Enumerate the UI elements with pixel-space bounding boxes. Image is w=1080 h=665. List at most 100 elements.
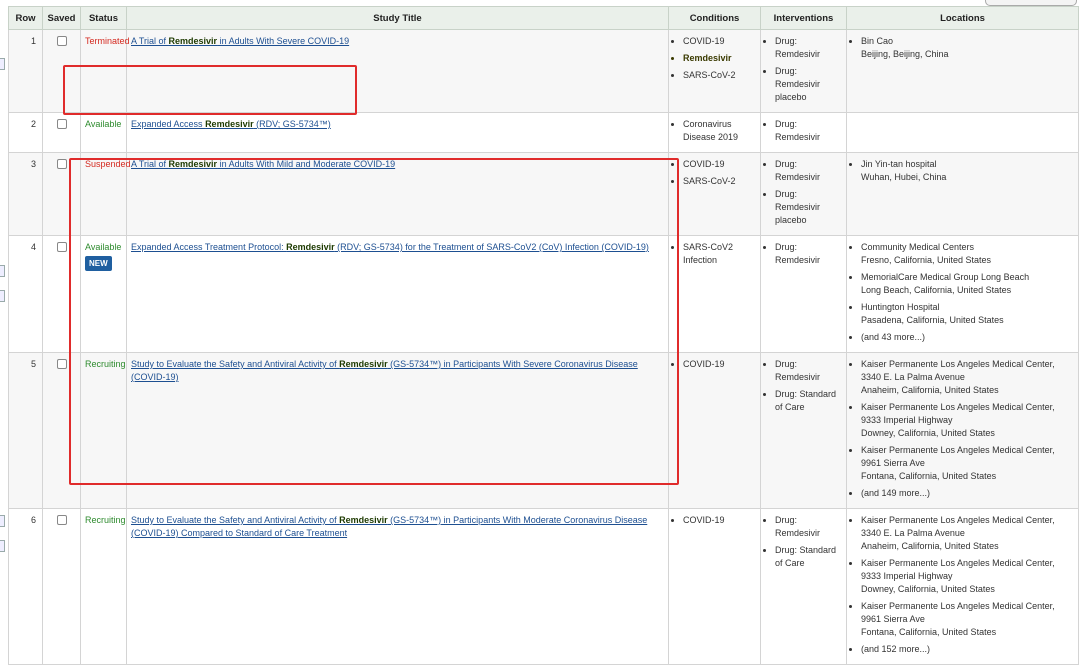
saved-cell [42, 152, 81, 236]
location-item[interactable]: Huntington Hospital Pasadena, California,… [861, 301, 1074, 327]
locations-list: Bin Cao Beijing, Beijing, China [851, 35, 1074, 61]
title-keyword: Remdesivir [205, 119, 254, 129]
status-text: Suspended [85, 159, 131, 169]
study-title-link[interactable]: Expanded Access Remdesivir (RDV; GS-5734… [131, 119, 331, 129]
intervention-item[interactable]: Drug: Standard of Care [775, 544, 842, 570]
location-item[interactable]: Jin Yin-tan hospital Wuhan, Hubei, China [861, 158, 1074, 184]
save-checkbox[interactable] [56, 242, 67, 252]
header-status[interactable]: Status [80, 6, 127, 30]
study-title-link[interactable]: A Trial of Remdesivir in Adults With Sev… [131, 36, 349, 46]
condition-item[interactable]: COVID-19 [683, 358, 756, 371]
title-prefix: Expanded Access Treatment Protocol: [131, 242, 287, 252]
location-name: Community Medical Centers [861, 242, 975, 252]
header-locations[interactable]: Locations [846, 6, 1079, 30]
interventions-cell: Drug: Remdesivir [760, 112, 847, 153]
left-edge-tab[interactable] [0, 515, 5, 527]
title-cell: Expanded Access Treatment Protocol: Remd… [126, 235, 669, 353]
interventions-cell: Drug: Remdesivir Drug: Standard of Care [760, 352, 847, 509]
row-number: 6 [8, 508, 43, 665]
status-cell: Recruiting [80, 352, 127, 509]
header-row[interactable]: Row [8, 6, 43, 30]
header-saved[interactable]: Saved [42, 6, 81, 30]
location-address: Anaheim, California, United States [861, 541, 999, 551]
condition-item[interactable]: Coronavirus Disease 2019 [683, 118, 756, 144]
table-row: 4 Available NEW Expanded Access Treatment P… [8, 235, 1079, 353]
intervention-item[interactable]: Drug: Remdesivir placebo [775, 65, 842, 104]
study-title-link[interactable]: Expanded Access Treatment Protocol: Remd… [131, 242, 649, 252]
title-keyword: Remdesivir [339, 515, 388, 525]
condition-item[interactable]: SARS-CoV-2 [683, 175, 756, 188]
location-name: (and 149 more...) [861, 488, 931, 498]
conditions-cell: COVID-19 Remdesivir SARS-CoV-2 [668, 29, 761, 113]
location-item[interactable]: (and 43 more...) [861, 331, 1074, 344]
location-item[interactable]: Kaiser Permanente Los Angeles Medical Ce… [861, 444, 1074, 483]
condition-item[interactable]: COVID-19 [683, 158, 756, 171]
study-title-link[interactable]: Study to Evaluate the Safety and Antivir… [131, 359, 638, 382]
interventions-list: Drug: Remdesivir [765, 118, 842, 144]
location-item[interactable]: MemorialCare Medical Group Long Beach Lon… [861, 271, 1074, 297]
location-address: Anaheim, California, United States [861, 385, 999, 395]
saved-cell [42, 508, 81, 665]
left-edge-tab[interactable] [0, 540, 5, 552]
conditions-list: COVID-19 Remdesivir SARS-CoV-2 [673, 35, 756, 82]
conditions-list: Coronavirus Disease 2019 [673, 118, 756, 144]
conditions-cell: Coronavirus Disease 2019 [668, 112, 761, 153]
location-name: Bin Cao [861, 36, 894, 46]
locations-cell [846, 112, 1079, 153]
header-conditions[interactable]: Conditions [668, 6, 761, 30]
title-cell: Study to Evaluate the Safety and Antivir… [126, 352, 669, 509]
location-item[interactable]: Kaiser Permanente Los Angeles Medical Ce… [861, 514, 1074, 553]
location-item[interactable]: Kaiser Permanente Los Angeles Medical Ce… [861, 600, 1074, 639]
interventions-cell: Drug: Remdesivir Drug: Remdesivir placebo [760, 29, 847, 113]
status-text: Available [85, 119, 122, 129]
intervention-item[interactable]: Drug: Remdesivir [775, 514, 842, 540]
save-checkbox[interactable] [56, 359, 67, 369]
header-study-title[interactable]: Study Title [126, 6, 669, 30]
locations-list: Kaiser Permanente Los Angeles Medical Ce… [851, 514, 1074, 656]
intervention-item[interactable]: Drug: Standard of Care [775, 388, 842, 414]
location-item[interactable]: Kaiser Permanente Los Angeles Medical Ce… [861, 358, 1074, 397]
save-checkbox[interactable] [56, 36, 67, 46]
location-item[interactable]: Community Medical Centers Fresno, Califor… [861, 241, 1074, 267]
location-item[interactable]: (and 149 more...) [861, 487, 1074, 500]
intervention-item[interactable]: Drug: Remdesivir [775, 241, 842, 267]
study-title-link[interactable]: A Trial of Remdesivir in Adults With Mil… [131, 159, 395, 169]
intervention-item[interactable]: Drug: Remdesivir [775, 158, 842, 184]
title-cell: Expanded Access Remdesivir (RDV; GS-5734… [126, 112, 669, 153]
location-item[interactable]: (and 152 more...) [861, 643, 1074, 656]
intervention-item[interactable]: Drug: Remdesivir [775, 118, 842, 144]
results-table: Row Saved Status Study Title Conditions … [8, 6, 1079, 665]
title-cell: A Trial of Remdesivir in Adults With Sev… [126, 29, 669, 113]
condition-item[interactable]: Remdesivir [683, 52, 756, 65]
save-checkbox[interactable] [56, 119, 67, 129]
condition-item[interactable]: COVID-19 [683, 35, 756, 48]
location-name: Kaiser Permanente Los Angeles Medical Ce… [861, 402, 1055, 425]
location-address: Downey, California, United States [861, 584, 995, 594]
left-edge-tab[interactable] [0, 290, 5, 302]
left-edge-tab[interactable] [0, 265, 5, 277]
intervention-item[interactable]: Drug: Remdesivir placebo [775, 188, 842, 227]
title-suffix: in Adults With Mild and Moderate COVID-1… [217, 159, 396, 169]
location-item[interactable]: Kaiser Permanente Los Angeles Medical Ce… [861, 557, 1074, 596]
title-cell: A Trial of Remdesivir in Adults With Mil… [126, 152, 669, 236]
condition-item[interactable]: COVID-19 [683, 514, 756, 527]
condition-item[interactable]: SARS-CoV2 Infection [683, 241, 756, 267]
condition-item[interactable]: SARS-CoV-2 [683, 69, 756, 82]
save-checkbox[interactable] [56, 159, 67, 169]
interventions-cell: Drug: Remdesivir Drug: Standard of Care [760, 508, 847, 665]
intervention-item[interactable]: Drug: Remdesivir [775, 35, 842, 61]
table-row: 3 Suspended A Trial of Remdesivir in Adult… [8, 152, 1079, 236]
location-item[interactable]: Kaiser Permanente Los Angeles Medical Ce… [861, 401, 1074, 440]
status-text: Recruiting [85, 515, 126, 525]
table-header-row: Row Saved Status Study Title Conditions … [8, 6, 1079, 30]
location-item[interactable]: Bin Cao Beijing, Beijing, China [861, 35, 1074, 61]
location-address: Beijing, Beijing, China [861, 49, 949, 59]
study-title-link[interactable]: Study to Evaluate the Safety and Antivir… [131, 515, 647, 538]
title-prefix: A Trial of [131, 36, 169, 46]
intervention-item[interactable]: Drug: Remdesivir [775, 358, 842, 384]
conditions-list: COVID-19 SARS-CoV-2 [673, 158, 756, 188]
header-interventions[interactable]: Interventions [760, 6, 847, 30]
title-keyword: Remdesivir [286, 242, 335, 252]
save-checkbox[interactable] [56, 515, 67, 525]
left-edge-tab[interactable] [0, 58, 5, 70]
